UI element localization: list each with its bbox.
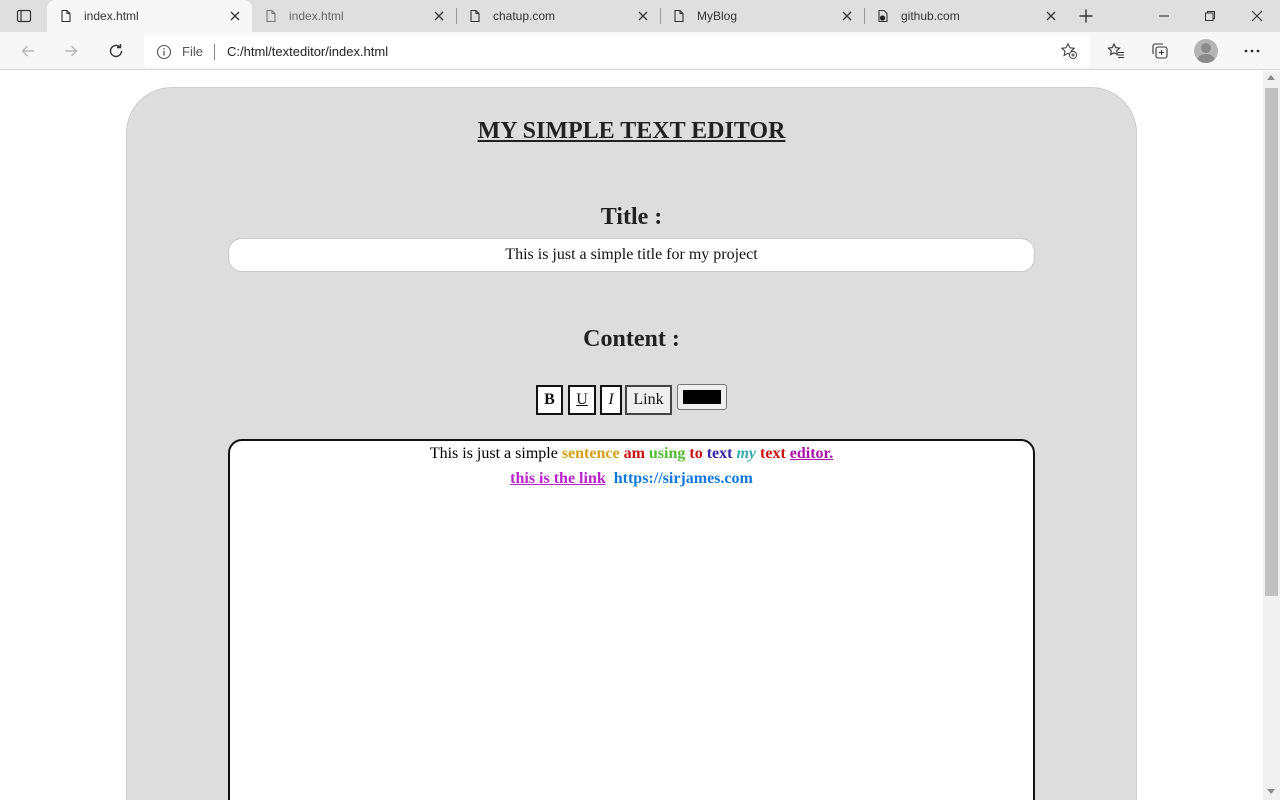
settings-more-button[interactable] — [1240, 39, 1264, 63]
file-icon — [266, 9, 276, 23]
content-text-run: this is the link — [510, 470, 606, 487]
bold-button[interactable]: B — [536, 385, 563, 415]
content-text-run: to — [689, 445, 703, 462]
tab-github[interactable]: github.com — [864, 0, 1068, 32]
page-title: MY SIMPLE TEXT EDITOR — [477, 118, 786, 144]
tab-title: index.html — [289, 9, 344, 23]
title-label: Title : — [600, 204, 663, 230]
forward-button[interactable] — [57, 37, 85, 65]
color-swatch — [683, 390, 721, 404]
profile-avatar[interactable] — [1194, 39, 1218, 63]
tab-title: github.com — [901, 9, 960, 23]
close-icon[interactable] — [1044, 9, 1058, 23]
content-text-run: text — [706, 445, 733, 462]
back-button[interactable] — [14, 37, 42, 65]
content-label: Content : — [583, 326, 680, 352]
content-text-run: using — [648, 445, 686, 462]
favorites-icon — [1107, 42, 1124, 59]
address-separator — [214, 44, 215, 60]
title-input[interactable] — [228, 238, 1035, 272]
content-line: This is just a simple sentence am using … — [230, 441, 1033, 466]
close-icon — [1251, 10, 1263, 22]
content-text-run: am — [623, 445, 645, 462]
collections-button[interactable] — [1148, 39, 1172, 63]
back-arrow-icon — [21, 45, 34, 57]
close-icon[interactable] — [636, 9, 650, 23]
content-line: this is the link https://sirjames.com — [230, 466, 1033, 491]
refresh-icon — [109, 44, 123, 58]
close-icon[interactable] — [432, 9, 446, 23]
url-text[interactable]: C:/html/texteditor/index.html — [227, 44, 388, 59]
content-text-run: text — [760, 445, 786, 462]
tab-actions-icon — [16, 9, 32, 23]
content-text-run: sentence — [561, 445, 620, 462]
add-favorite-icon[interactable] — [1060, 42, 1078, 60]
tab-title: index.html — [84, 9, 139, 23]
more-icon — [1244, 49, 1260, 53]
link-button[interactable]: Link — [625, 385, 672, 415]
close-icon[interactable] — [840, 9, 854, 23]
tab-title: MyBlog — [697, 9, 738, 23]
tab-chatup[interactable]: chatup.com — [456, 0, 660, 32]
github-icon — [878, 9, 888, 23]
scroll-down-arrow[interactable] — [1267, 789, 1275, 794]
tab-index-active[interactable]: index.html — [47, 0, 252, 33]
content-text-run: This is just a simple — [429, 445, 562, 462]
file-icon — [470, 9, 480, 23]
content-text-run — [606, 470, 614, 487]
browser-toolbar: File C:/html/texteditor/index.html — [0, 32, 1280, 70]
underline-button[interactable]: U — [568, 385, 596, 415]
page-viewport: MY SIMPLE TEXT EDITOR Title : Content : … — [0, 71, 1263, 800]
scroll-thumb[interactable] — [1265, 88, 1278, 596]
restore-button[interactable] — [1187, 0, 1233, 32]
forward-arrow-icon — [65, 45, 78, 57]
content-text-run: my — [736, 445, 757, 462]
italic-button[interactable]: I — [600, 385, 622, 415]
collections-icon — [1152, 43, 1168, 59]
scroll-up-arrow[interactable] — [1267, 75, 1275, 80]
content-text-run: https://sirjames.com — [613, 470, 753, 487]
refresh-button[interactable] — [102, 37, 130, 65]
tab-index[interactable]: index.html — [252, 0, 456, 32]
url-scheme: File — [182, 44, 203, 59]
restore-icon — [1205, 11, 1215, 21]
close-icon[interactable] — [228, 9, 242, 23]
minimize-button[interactable] — [1141, 0, 1187, 32]
file-icon — [61, 9, 71, 23]
vertical-scrollbar[interactable] — [1263, 71, 1280, 800]
favorites-button[interactable] — [1104, 39, 1128, 63]
close-window-button[interactable] — [1234, 0, 1280, 32]
editor-card: MY SIMPLE TEXT EDITOR Title : Content : … — [126, 87, 1137, 800]
file-icon — [674, 9, 684, 23]
plus-icon — [1079, 9, 1093, 23]
info-icon[interactable] — [156, 44, 172, 60]
color-picker[interactable] — [677, 384, 727, 410]
tab-actions-button[interactable] — [8, 4, 40, 28]
address-bar[interactable]: File C:/html/texteditor/index.html — [144, 35, 1090, 67]
tab-title: chatup.com — [493, 9, 556, 23]
content-text-run: editor. — [789, 445, 834, 462]
minimize-icon — [1159, 15, 1169, 17]
content-editor[interactable]: This is just a simple sentence am using … — [228, 439, 1035, 800]
tab-myblog[interactable]: MyBlog — [660, 0, 864, 32]
new-tab-button[interactable] — [1074, 4, 1098, 28]
tab-strip: index.html index.html chatup.com MyBlog … — [0, 0, 1280, 33]
